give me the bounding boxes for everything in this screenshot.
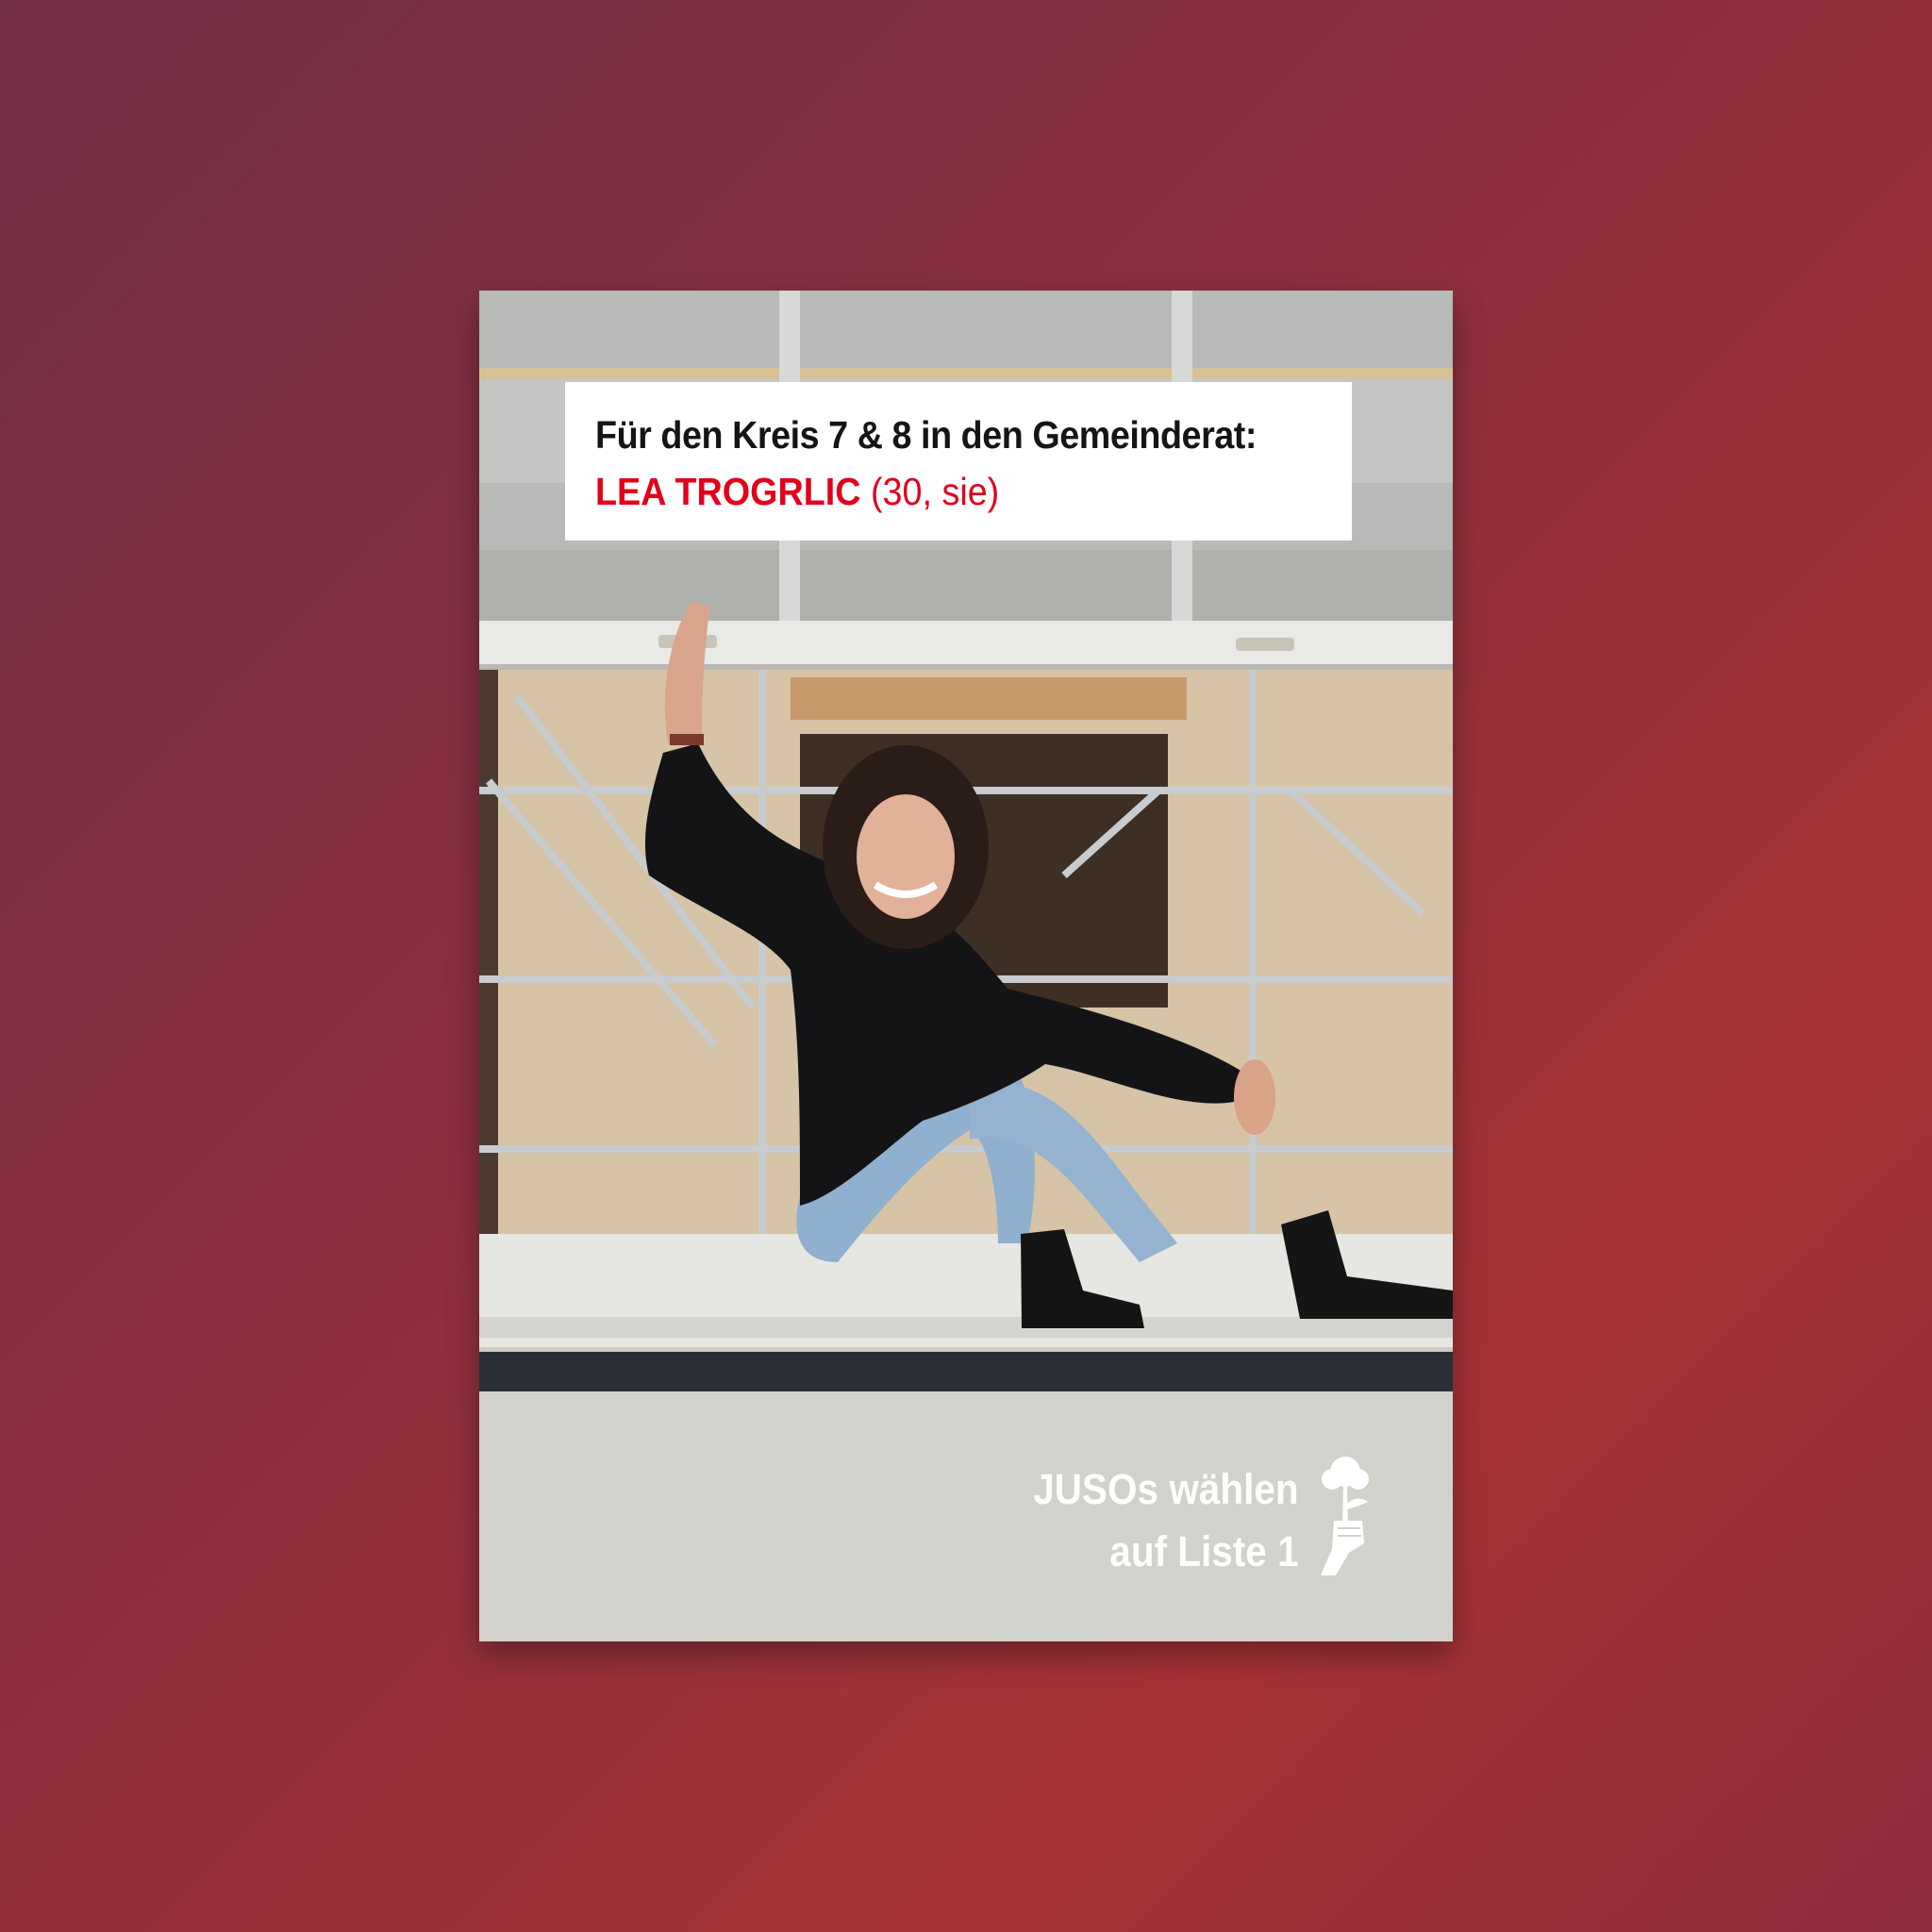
campaign-poster: Für den Kreis 7 & 8 in den Gemeinderat: … <box>479 291 1453 1641</box>
candidate-meta: (30, sie) <box>870 470 1000 513</box>
cta-line-2: auf Liste 1 <box>1109 1527 1299 1575</box>
cta-line-1: JUSOs wählen <box>1033 1465 1299 1513</box>
candidate-name: LEA TROGRLIC <box>595 470 861 513</box>
candidate-line: LEA TROGRLIC (30, sie) <box>595 467 1291 516</box>
rose-in-fist-icon <box>1321 1457 1369 1575</box>
headline-box: Für den Kreis 7 & 8 in den Gemeinderat: … <box>565 382 1352 541</box>
headline-text: Für den Kreis 7 & 8 in den Gemeinderat: <box>595 413 1257 457</box>
vote-call-to-action: JUSOs wählen auf Liste 1 <box>1004 1458 1299 1583</box>
